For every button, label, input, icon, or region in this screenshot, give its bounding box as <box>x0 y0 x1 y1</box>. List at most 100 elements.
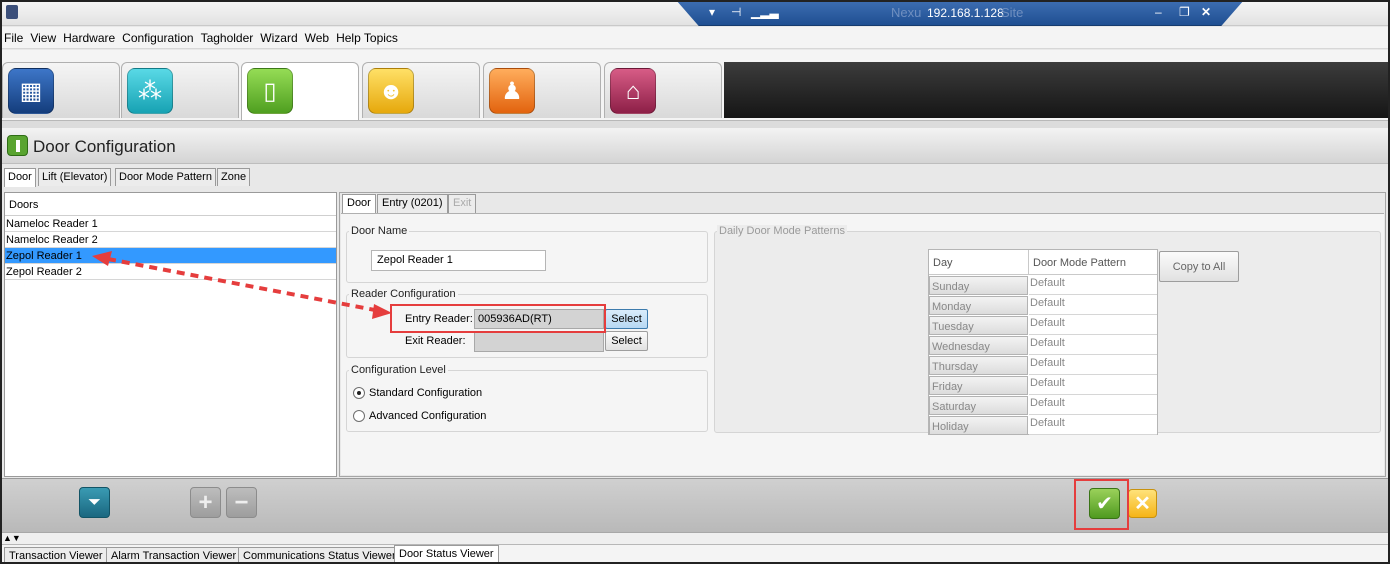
door-name-input[interactable]: Zepol Reader 1 <box>371 250 546 271</box>
copy-to-all-button[interactable]: Copy to All <box>1159 251 1239 282</box>
menu-wizard[interactable]: Wizard <box>256 27 300 45</box>
tab-door-mode-pattern[interactable]: Door Mode Pattern <box>115 168 216 186</box>
menu-bar: File View Hardware Configuration Tagholder Wi… <box>0 27 1390 49</box>
day-name-cell[interactable]: Friday <box>929 376 1028 395</box>
x-icon: ✕ <box>1134 493 1151 515</box>
day-name-cell[interactable]: Monday <box>929 296 1028 315</box>
separator <box>0 120 1390 128</box>
remote-session-bar: ▾ ⊣ ▁▂▃ Nexu 192.168.1.128 Site – ❐ ✕ <box>676 0 1244 26</box>
tab-entry[interactable]: Entry (0201) <box>377 194 448 213</box>
menu-hardware[interactable]: Hardware <box>59 27 118 45</box>
remote-ghost-suffix: Site <box>1001 5 1024 20</box>
day-pattern-cell[interactable]: Default <box>1029 395 1157 415</box>
restore-icon[interactable]: ❐ <box>1179 5 1190 19</box>
day-pattern-cell[interactable]: Default <box>1029 335 1157 355</box>
day-name-cell[interactable]: Holiday <box>929 416 1028 435</box>
column-header-day: Day <box>929 250 1029 275</box>
config-level-group <box>346 370 708 432</box>
annotation-highlight-entry-reader <box>390 304 606 333</box>
day-name-cell[interactable]: Thursday <box>929 356 1028 375</box>
daily-patterns-table: Day Door Mode Pattern Sunday Default Monda… <box>928 249 1158 435</box>
minimize-icon[interactable]: – <box>1155 5 1162 19</box>
day-pattern-cell[interactable]: Default <box>1029 355 1157 375</box>
filter-icon: ⏷ <box>88 494 101 511</box>
tab-exit: Exit <box>448 194 477 213</box>
menu-web[interactable]: Web <box>301 27 332 45</box>
plus-icon: + <box>198 489 213 516</box>
list-item-selected[interactable]: Zepol Reader 1 <box>5 248 336 264</box>
doors-list-header: Doors <box>5 193 336 216</box>
daily-patterns-title: Daily Door Mode Patterns <box>717 225 847 237</box>
day-name-cell[interactable]: Wednesday <box>929 336 1028 355</box>
app-logo-icon <box>6 5 18 19</box>
list-item[interactable]: Zepol Reader 2 <box>5 264 336 280</box>
home-key-icon: ⌂ <box>610 68 656 114</box>
tab-door[interactable]: Door <box>4 168 36 187</box>
column-header-pattern: Door Mode Pattern <box>1029 250 1157 275</box>
remote-ip: 192.168.1.128 <box>927 6 1004 20</box>
remote-ghost-text: Nexu <box>891 5 922 20</box>
list-item[interactable]: Nameloc Reader 2 <box>5 232 336 248</box>
tab-lift[interactable]: Lift (Elevator) <box>38 168 112 186</box>
filter-button[interactable]: ⏷ <box>79 487 110 518</box>
module-tab-door[interactable]: ▯ <box>241 62 359 120</box>
system-grid-icon: ▦ <box>8 68 54 114</box>
door-icon <box>7 135 28 156</box>
tab-communications-status-viewer[interactable]: Communications Status Viewer <box>238 547 401 564</box>
pin-icon[interactable]: ⊣ <box>731 5 741 19</box>
exit-reader-label: Exit Reader: <box>405 335 466 347</box>
module-bar-background <box>724 62 1390 118</box>
tab-transaction-viewer[interactable]: Transaction Viewer <box>4 547 108 564</box>
minus-icon: − <box>234 489 249 516</box>
list-item[interactable]: Nameloc Reader 1 <box>5 216 336 232</box>
entry-reader-select-button[interactable]: Select <box>605 309 648 329</box>
cancel-button[interactable]: ✕ <box>1128 489 1157 518</box>
door-icon: ▯ <box>247 68 293 114</box>
config-level-title: Configuration Level <box>349 364 448 376</box>
door-name-title: Door Name <box>349 225 410 237</box>
standard-config-label[interactable]: Standard Configuration <box>369 387 482 399</box>
tab-door-detail[interactable]: Door <box>342 194 376 214</box>
day-pattern-cell[interactable]: Default <box>1029 415 1157 435</box>
chevron-down-icon[interactable]: ▾ <box>709 5 715 19</box>
menu-configuration[interactable]: Configuration <box>118 27 196 45</box>
annotation-highlight-save <box>1074 479 1129 530</box>
close-icon[interactable]: ✕ <box>1201 5 1211 19</box>
advanced-config-label[interactable]: Advanced Configuration <box>369 410 486 422</box>
users-icon: ☻ <box>368 68 414 114</box>
module-tab-tagholder[interactable]: ♟ <box>483 62 601 118</box>
exit-reader-field <box>474 331 604 352</box>
module-tab-network[interactable]: ⁂ <box>121 62 239 118</box>
day-pattern-cell[interactable]: Default <box>1029 275 1157 295</box>
exit-reader-select-button[interactable]: Select <box>605 331 648 351</box>
panel-splitter[interactable]: ▲▼ <box>0 532 1390 544</box>
module-tab-users[interactable]: ☻ <box>362 62 480 118</box>
day-name-cell[interactable]: Sunday <box>929 276 1028 295</box>
menu-view[interactable]: View <box>26 27 59 45</box>
menu-help-topics[interactable]: Help Topics <box>332 27 401 45</box>
reader-config-title: Reader Configuration <box>349 288 458 300</box>
day-name-cell[interactable]: Tuesday <box>929 316 1028 335</box>
day-name-cell[interactable]: Saturday <box>929 396 1028 415</box>
tab-alarm-transaction-viewer[interactable]: Alarm Transaction Viewer <box>106 547 242 564</box>
remove-button[interactable]: − <box>226 487 257 518</box>
menu-tagholder[interactable]: Tagholder <box>197 27 257 45</box>
page-title: Door Configuration <box>33 137 176 156</box>
tab-zone[interactable]: Zone <box>217 168 251 186</box>
day-pattern-cell[interactable]: Default <box>1029 295 1157 315</box>
day-pattern-cell[interactable]: Default <box>1029 375 1157 395</box>
add-button[interactable]: + <box>190 487 221 518</box>
person-card-icon: ♟ <box>489 68 535 114</box>
network-icon: ⁂ <box>127 68 173 114</box>
advanced-config-radio[interactable] <box>353 410 365 422</box>
module-tab-site[interactable]: ⌂ <box>604 62 722 118</box>
menu-file[interactable]: File <box>0 27 26 45</box>
tab-door-status-viewer[interactable]: Door Status Viewer <box>394 545 499 564</box>
day-pattern-cell[interactable]: Default <box>1029 315 1157 335</box>
module-tab-system[interactable]: ▦ <box>2 62 120 118</box>
signal-icon: ▁▂▃ <box>751 5 779 19</box>
standard-config-radio[interactable] <box>353 387 365 399</box>
doors-list: Doors Nameloc Reader 1 Nameloc Reader 2 … <box>4 192 337 477</box>
page-header <box>0 128 1390 164</box>
collapse-arrows-icon[interactable]: ▲▼ <box>3 533 21 543</box>
